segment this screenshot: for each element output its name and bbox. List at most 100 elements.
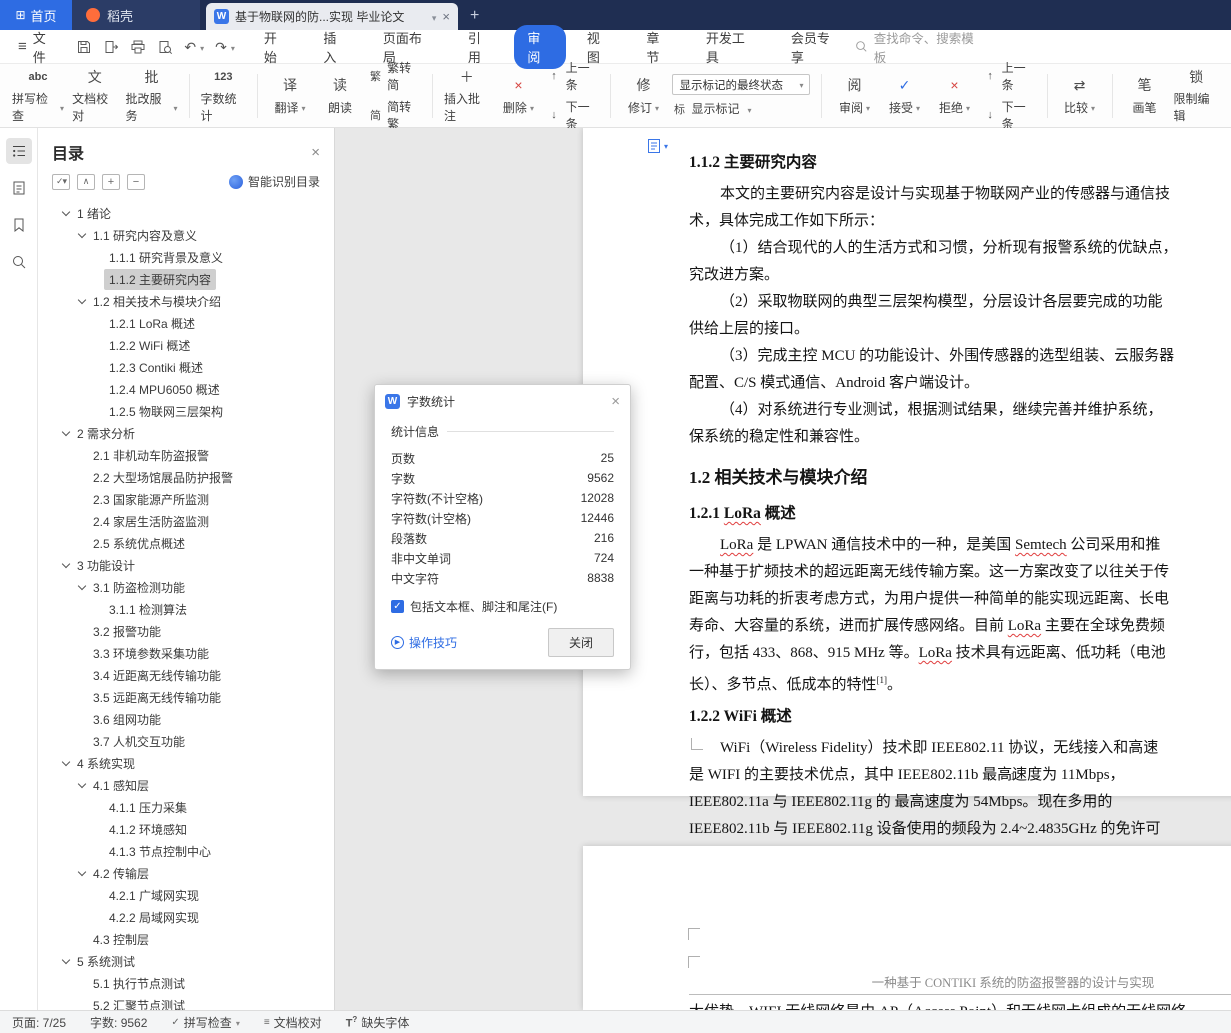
- toc-item[interactable]: 3.4 近距离无线传输功能: [38, 664, 334, 686]
- caret-down-icon[interactable]: [92, 405, 104, 417]
- caret-down-icon[interactable]: [92, 383, 104, 395]
- toc-item[interactable]: 1.2.2 WiFi 概述: [38, 334, 334, 356]
- toc-item[interactable]: 5.2 汇聚节点测试: [38, 994, 334, 1011]
- caret-down-icon[interactable]: [92, 823, 104, 835]
- docer-tab[interactable]: 稻壳: [72, 0, 200, 30]
- markup-state-combo[interactable]: 显示标记的最终状态: [672, 74, 811, 95]
- toc-item[interactable]: 3.5 远距离无线传输功能: [38, 686, 334, 708]
- checklist-panel-button[interactable]: [6, 175, 32, 201]
- print-preview-button[interactable]: [157, 39, 173, 55]
- caret-down-icon[interactable]: [92, 361, 104, 373]
- undo-button[interactable]: ↶: [184, 39, 204, 54]
- pen-button[interactable]: 笔 画笔: [1120, 73, 1170, 119]
- next-change-button[interactable]: ↓ 下一条: [983, 98, 1035, 132]
- menu-insert[interactable]: 插入: [310, 25, 362, 69]
- toc-item[interactable]: 1.2.1 LoRa 概述: [38, 312, 334, 334]
- caret-down-icon[interactable]: [76, 933, 88, 945]
- toc-tool-collapse-all-icon[interactable]: [127, 173, 145, 190]
- toc-close-icon[interactable]: [311, 144, 320, 161]
- toc-item[interactable]: 2.2 大型场馆展品防护报警: [38, 466, 334, 488]
- caret-down-icon[interactable]: [76, 537, 88, 549]
- caret-down-icon[interactable]: [60, 955, 72, 967]
- toc-item[interactable]: 4.1.3 节点控制中心: [38, 840, 334, 862]
- toc-item[interactable]: 4.2.2 局域网实现: [38, 906, 334, 928]
- toc-item[interactable]: 2.3 国家能源产所监测: [38, 488, 334, 510]
- new-tab-button[interactable]: +: [470, 7, 479, 25]
- menu-start[interactable]: 开始: [251, 25, 303, 69]
- print-button[interactable]: [130, 39, 146, 55]
- toc-item[interactable]: 3.1 防盗检测功能: [38, 576, 334, 598]
- caret-down-icon[interactable]: [92, 317, 104, 329]
- caret-down-icon[interactable]: [76, 295, 88, 307]
- caret-down-icon[interactable]: [92, 339, 104, 351]
- caret-down-icon[interactable]: [92, 911, 104, 923]
- toc-item[interactable]: 5 系统测试: [38, 950, 334, 972]
- review-pane-button[interactable]: 阅 审阅: [829, 73, 879, 119]
- caret-down-icon[interactable]: [60, 757, 72, 769]
- caret-down-icon[interactable]: [76, 691, 88, 703]
- file-menu-button[interactable]: 文件: [8, 28, 68, 66]
- show-markup-button[interactable]: 标 显示标记: [672, 100, 810, 117]
- comment-indicator[interactable]: ▾: [647, 138, 668, 154]
- translate-button[interactable]: 译 翻译: [265, 73, 315, 119]
- toc-item[interactable]: 2.5 系统优点概述: [38, 532, 334, 554]
- simp-to-trad-button[interactable]: 简 简转繁: [369, 98, 421, 132]
- caret-down-icon[interactable]: [76, 625, 88, 637]
- compare-button[interactable]: ⇄ 比较: [1055, 73, 1105, 119]
- include-footnotes-checkbox[interactable]: 包括文本框、脚注和尾注(F): [391, 598, 614, 615]
- toc-item[interactable]: 3.1.1 检测算法: [38, 598, 334, 620]
- toc-item[interactable]: 1.2.5 物联网三层架构: [38, 400, 334, 422]
- dialog-close-icon[interactable]: [611, 393, 620, 410]
- bookmark-panel-button[interactable]: [6, 212, 32, 238]
- close-button[interactable]: 关闭: [547, 628, 614, 657]
- menu-dev-tools[interactable]: 开发工具: [693, 25, 770, 69]
- toc-item[interactable]: 3.6 组网功能: [38, 708, 334, 730]
- caret-down-icon[interactable]: [76, 515, 88, 527]
- word-count-indicator[interactable]: 字数: 9562: [90, 1014, 147, 1031]
- toc-item[interactable]: 3.3 环境参数采集功能: [38, 642, 334, 664]
- caret-down-icon[interactable]: [76, 449, 88, 461]
- toc-item[interactable]: 4.2 传输层: [38, 862, 334, 884]
- caret-down-icon[interactable]: [92, 603, 104, 615]
- search-panel-button[interactable]: [6, 249, 32, 275]
- caret-down-icon[interactable]: [76, 229, 88, 241]
- doc-proof-status[interactable]: ≡ 文档校对: [264, 1014, 322, 1031]
- toc-item[interactable]: 2.4 家居生活防盗监测: [38, 510, 334, 532]
- command-search[interactable]: 查找命令、搜索模板: [855, 28, 985, 66]
- tab-close-icon[interactable]: [442, 9, 450, 24]
- caret-down-icon[interactable]: [76, 581, 88, 593]
- toc-item[interactable]: 4.2.1 广域网实现: [38, 884, 334, 906]
- toc-item[interactable]: 2.1 非机动车防盗报警: [38, 444, 334, 466]
- home-tab[interactable]: ⊞ 首页: [0, 0, 72, 30]
- toc-item[interactable]: 1.2.3 Contiki 概述: [38, 356, 334, 378]
- toc-item[interactable]: 1.2 相关技术与模块介绍: [38, 290, 334, 312]
- prev-change-button[interactable]: ↑ 上一条: [983, 59, 1035, 93]
- caret-down-icon[interactable]: [76, 471, 88, 483]
- menu-membership[interactable]: 会员专享: [778, 25, 855, 69]
- track-changes-button[interactable]: 修 修订: [618, 73, 668, 119]
- toc-tree[interactable]: 1 绪论 1.1 研究内容及意义 1.1.1 研究背景及意义 1.1.2 主要研…: [38, 202, 334, 1011]
- caret-down-icon[interactable]: [76, 779, 88, 791]
- toc-tool-select-icon[interactable]: [52, 173, 70, 190]
- caret-down-icon[interactable]: [76, 647, 88, 659]
- toc-item[interactable]: 3 功能设计: [38, 554, 334, 576]
- caret-down-icon[interactable]: [76, 999, 88, 1010]
- page-indicator[interactable]: 页面: 7/25: [12, 1014, 66, 1031]
- caret-down-icon[interactable]: [60, 207, 72, 219]
- prev-comment-button[interactable]: ↑ 上一条: [547, 59, 599, 93]
- toc-item[interactable]: 4.3 控制层: [38, 928, 334, 950]
- toc-item[interactable]: 5.1 执行节点测试: [38, 972, 334, 994]
- caret-down-icon[interactable]: [92, 251, 104, 263]
- toc-tool-collapse-icon[interactable]: [77, 173, 95, 190]
- word-count-button[interactable]: 123 字数统计: [197, 64, 250, 127]
- trad-to-simp-button[interactable]: 繁 繁转简: [369, 59, 421, 93]
- caret-down-icon[interactable]: [92, 801, 104, 813]
- toc-tool-expand-all-icon[interactable]: [102, 173, 120, 190]
- caret-down-icon[interactable]: [76, 867, 88, 879]
- caret-down-icon[interactable]: [92, 889, 104, 901]
- caret-down-icon[interactable]: [92, 273, 104, 285]
- spellcheck-toggle[interactable]: ✓ 拼写检查: [171, 1014, 239, 1031]
- caret-down-icon[interactable]: [76, 669, 88, 681]
- toc-item[interactable]: 4 系统实现: [38, 752, 334, 774]
- tips-link[interactable]: 操作技巧: [391, 634, 457, 651]
